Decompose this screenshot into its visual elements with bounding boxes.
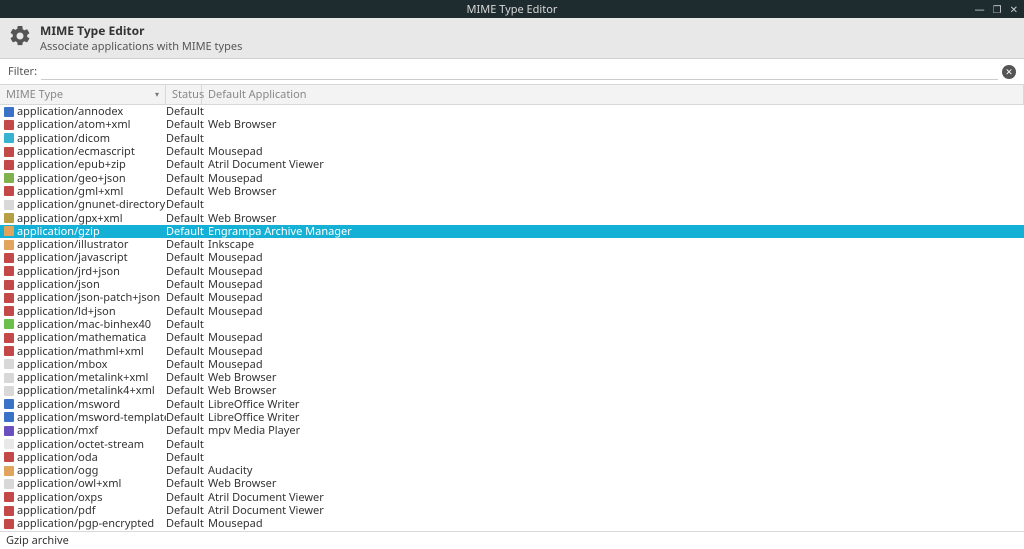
filter-bar: Filter: ✕ xyxy=(0,59,1024,84)
table-row[interactable]: application/octet-streamDefault xyxy=(0,437,1024,450)
table-row[interactable]: application/gzipDefaultEngrampa Archive … xyxy=(0,225,1024,238)
file-icon xyxy=(4,306,14,316)
table-row[interactable]: application/owl+xmlDefaultWeb Browser xyxy=(0,477,1024,490)
table-row[interactable]: application/atom+xmlDefaultWeb Browser xyxy=(0,118,1024,131)
table-row[interactable]: application/metalink4+xmlDefaultWeb Brow… xyxy=(0,384,1024,397)
mime-list-wrap: application/annodexDefaultapplication/at… xyxy=(0,105,1024,531)
close-icon[interactable]: ✕ xyxy=(1010,2,1018,16)
file-icon xyxy=(4,373,14,383)
file-icon xyxy=(4,479,14,489)
minimize-icon[interactable]: — xyxy=(975,2,985,16)
table-row[interactable]: application/gml+xmlDefaultWeb Browser xyxy=(0,185,1024,198)
table-row[interactable]: application/mswordDefaultLibreOffice Wri… xyxy=(0,398,1024,411)
cell-default-app: Mousepad xyxy=(202,304,1024,319)
table-row[interactable]: application/illustratorDefaultInkscape xyxy=(0,238,1024,251)
window-titlebar: MIME Type Editor — ❐ ✕ xyxy=(0,0,1024,18)
file-icon xyxy=(4,519,14,529)
filter-input[interactable] xyxy=(41,63,998,80)
cell-mime: application/pgp-keys xyxy=(0,530,166,531)
file-icon xyxy=(4,160,14,170)
window-controls: — ❐ ✕ xyxy=(975,2,1018,16)
mime-list[interactable]: application/annodexDefaultapplication/at… xyxy=(0,105,1024,531)
cell-status: Default xyxy=(166,530,202,531)
table-row[interactable]: application/annodexDefault xyxy=(0,105,1024,118)
file-icon xyxy=(4,439,14,449)
status-text: Gzip archive xyxy=(6,533,69,548)
table-row[interactable]: application/geo+jsonDefaultMousepad xyxy=(0,171,1024,184)
table-row[interactable]: application/pgp-keys DefaultMousepad xyxy=(0,531,1024,532)
file-icon xyxy=(4,412,14,422)
file-icon xyxy=(4,426,14,436)
table-row[interactable]: application/odaDefault xyxy=(0,451,1024,464)
file-icon xyxy=(4,226,14,236)
file-icon xyxy=(4,253,14,263)
filter-label: Filter: xyxy=(8,64,37,79)
mime-label: application/pgp-keys xyxy=(17,530,125,531)
file-icon xyxy=(4,293,14,303)
gear-icon xyxy=(8,24,32,52)
file-icon xyxy=(4,466,14,476)
file-icon xyxy=(4,452,14,462)
table-row[interactable]: application/mboxDefaultMousepad xyxy=(0,358,1024,371)
table-row[interactable]: application/ld+jsonDefaultMousepad xyxy=(0,304,1024,317)
table-row[interactable]: application/epub+zipDefaultAtril Documen… xyxy=(0,158,1024,171)
chevron-down-icon: ▾ xyxy=(155,89,159,100)
maximize-icon[interactable]: ❐ xyxy=(993,2,1002,16)
table-row[interactable]: application/jrd+jsonDefaultMousepad xyxy=(0,265,1024,278)
file-icon xyxy=(4,107,14,117)
file-icon xyxy=(4,346,14,356)
table-row[interactable]: application/mathematicaDefaultMousepad xyxy=(0,331,1024,344)
table-row[interactable]: application/metalink+xmlDefaultWeb Brows… xyxy=(0,371,1024,384)
table-row[interactable]: application/json-patch+jsonDefaultMousep… xyxy=(0,291,1024,304)
status-bar: Gzip archive xyxy=(0,531,1024,549)
table-row[interactable]: application/oxpsDefaultAtril Document Vi… xyxy=(0,491,1024,504)
table-row[interactable]: application/mac-binhex40Default xyxy=(0,318,1024,331)
header-title-block: MIME Type Editor Associate applications … xyxy=(40,22,242,54)
file-icon xyxy=(4,319,14,329)
table-row[interactable]: application/dicomDefault xyxy=(0,132,1024,145)
file-icon xyxy=(4,213,14,223)
table-row[interactable]: application/mxfDefaultmpv Media Player xyxy=(0,424,1024,437)
table-row[interactable]: application/ecmascriptDefaultMousepad xyxy=(0,145,1024,158)
clear-filter-icon[interactable]: ✕ xyxy=(1002,65,1016,79)
cell-default-app: Web Browser xyxy=(202,117,1024,132)
page-subtitle: Associate applications with MIME types xyxy=(40,39,242,54)
file-icon xyxy=(4,133,14,143)
file-icon xyxy=(4,399,14,409)
table-row[interactable]: application/oggDefaultAudacity xyxy=(0,464,1024,477)
header: MIME Type Editor Associate applications … xyxy=(0,18,1024,59)
file-icon xyxy=(4,280,14,290)
cell-default-app: Mousepad xyxy=(202,530,1024,531)
file-icon xyxy=(4,359,14,369)
table-row[interactable]: application/pdfDefaultAtril Document Vie… xyxy=(0,504,1024,517)
page-title: MIME Type Editor xyxy=(40,22,242,39)
file-icon xyxy=(4,266,14,276)
table-row[interactable]: application/msword-templateDefaultLibreO… xyxy=(0,411,1024,424)
table-row[interactable]: application/gpx+xmlDefaultWeb Browser xyxy=(0,211,1024,224)
table-row[interactable]: application/mathml+xmlDefaultMousepad xyxy=(0,344,1024,357)
window-title: MIME Type Editor xyxy=(467,2,558,17)
file-icon xyxy=(4,120,14,130)
column-headers: MIME Type ▾ Status Default Application xyxy=(0,84,1024,105)
file-icon xyxy=(4,333,14,343)
file-icon xyxy=(4,200,14,210)
column-header-mime[interactable]: MIME Type ▾ xyxy=(0,85,166,104)
cell-default-app: Web Browser xyxy=(202,184,1024,199)
cell-default-app: mpv Media Player xyxy=(202,423,1024,438)
file-icon xyxy=(4,173,14,183)
file-icon xyxy=(4,147,14,157)
file-icon xyxy=(4,240,14,250)
table-row[interactable]: application/pgp-encryptedDefaultMousepad xyxy=(0,517,1024,530)
file-icon xyxy=(4,186,14,196)
table-row[interactable]: application/javascriptDefaultMousepad xyxy=(0,251,1024,264)
file-icon xyxy=(4,506,14,516)
table-row[interactable]: application/jsonDefaultMousepad xyxy=(0,278,1024,291)
file-icon xyxy=(4,386,14,396)
file-icon xyxy=(4,492,14,502)
table-row[interactable]: application/gnunet-directoryDefault xyxy=(0,198,1024,211)
column-header-status[interactable]: Status xyxy=(166,85,202,104)
column-header-default-app[interactable]: Default Application xyxy=(202,85,1024,104)
